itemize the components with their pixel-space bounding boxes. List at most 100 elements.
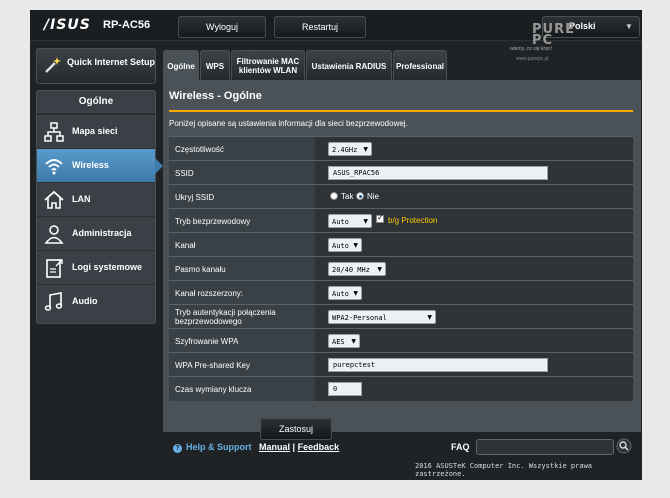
sidebar-item-label: Wireless [72,160,109,170]
apply-button[interactable]: Zastosuj [260,418,332,440]
sidebar-item-network-map[interactable]: Mapa sieci [37,114,155,149]
hide-ssid-yes-radio[interactable] [330,192,338,200]
wpa-encryption-label: Szyfrowanie WPA [169,329,315,353]
setting-row-wpa-encryption: Szyfrowanie WPA AES ▼ [169,328,633,353]
wireless-icon [45,159,63,175]
watermark-url: www.purepc.pl [516,56,549,62]
ssid-input[interactable]: ASUS_RPAC56 [328,166,548,180]
key-rotation-input[interactable]: 0 [328,382,362,396]
wireless-mode-selected: Auto [332,218,349,226]
hide-ssid-label: Ukryj SSID [169,185,315,209]
hide-ssid-yes-label: Tak [341,192,354,201]
bandwidth-label: Pasmo kanału [169,257,315,281]
sidebar-item-audio[interactable]: Audio [37,284,155,319]
sidebar-item-label: Mapa sieci [72,126,118,136]
tab-general[interactable]: Ogólne [163,50,199,81]
wpa-encryption-select[interactable]: AES ▼ [328,334,360,348]
bg-protection-checkbox[interactable] [376,213,384,223]
auth-method-select[interactable]: WPA2-Personal ▼ [328,310,436,324]
wpa-encryption-value-cell: AES ▼ [315,329,633,353]
watermark-tagline: wiemy, co się kręci [510,46,552,52]
title-divider [169,110,633,112]
sidebar-item-lan[interactable]: LAN [37,182,155,217]
setting-row-auth-method: Tryb autentykacji połączenia bezprzewodo… [169,304,633,329]
tab-radius[interactable]: Ustawienia RADIUS [306,50,392,81]
wpa-encryption-selected: AES [332,338,345,346]
sidebar-item-wireless[interactable]: Wireless [37,148,163,183]
wpa-psk-value-cell: purepctest [315,353,633,377]
hide-ssid-no-label: Nie [367,192,380,201]
auth-method-value-cell: WPA2-Personal ▼ [315,305,633,329]
feedback-link[interactable]: Feedback [298,442,340,452]
home-icon [44,190,64,209]
frequency-value-cell: 2.4GHz ▼ [315,137,633,161]
sidebar-item-label: LAN [72,194,91,204]
key-rotation-label: Czas wymiany klucza [169,377,315,401]
channel-selected: Auto [332,242,349,250]
page-title: Wireless - Ogólne [169,90,262,102]
chevron-down-icon: ▼ [353,242,358,249]
page-description: Poniżej opisane są ustawienia informacji… [169,119,408,128]
frequency-label: Częstotliwość [169,137,315,161]
setting-row-wireless-mode: Tryb bezprzewodowy Auto ▼ b/g Protection [169,208,633,233]
manual-link[interactable]: Manual [259,442,290,452]
setting-row-ext-channel: Kanał rozszerzony: Auto ▼ [169,280,633,305]
setting-row-key-rotation: Czas wymiany klucza 0 [169,376,633,401]
setting-row-wpa-psk: WPA Pre-shared Key purepctest [169,352,633,377]
tab-wps[interactable]: WPS [200,50,230,81]
key-rotation-value-cell: 0 [315,377,633,401]
music-icon [44,292,63,311]
user-icon [44,225,64,244]
purepc-logo: PURE PC [532,22,575,48]
log-icon [46,259,63,278]
help-support-links: ? Help & Support Manual | Feedback [173,442,339,453]
logout-button[interactable]: Wyloguj [178,16,266,38]
bandwidth-select[interactable]: 20/40 MHz ▼ [328,262,386,276]
wpa-psk-input[interactable]: purepctest [328,358,548,372]
link-separator: | [292,442,296,452]
search-icon[interactable] [616,438,632,454]
ssid-label: SSID [169,161,315,185]
brand-logo: /ISUS [44,17,91,33]
setting-row-ssid: SSID ASUS_RPAC56 [169,160,633,185]
ext-channel-value-cell: Auto ▼ [315,281,633,305]
sidebar-section-title: Ogólne [37,91,155,114]
hide-ssid-no-radio[interactable] [356,192,364,200]
bandwidth-value-cell: 20/40 MHz ▼ [315,257,633,281]
chevron-down-icon: ▼ [377,266,382,273]
channel-value-cell: Auto ▼ [315,233,633,257]
chevron-down-icon: ▼ [427,314,432,321]
bandwidth-selected: 20/40 MHz [332,266,370,274]
setting-row-hide-ssid: Ukryj SSID Tak Nie [169,184,633,209]
purepc-watermark: PURE PC wiemy, co się kręci www.purepc.pl [510,23,574,68]
frequency-select[interactable]: 2.4GHz ▼ [328,142,372,156]
channel-select[interactable]: Auto ▼ [328,238,362,252]
ext-channel-select[interactable]: Auto ▼ [328,286,362,300]
ssid-value-cell: ASUS_RPAC56 [315,161,633,185]
sidebar-item-system-log[interactable]: Logi systemowe [37,250,155,285]
setting-row-bandwidth: Pasmo kanału 20/40 MHz ▼ [169,256,633,281]
wireless-mode-select[interactable]: Auto ▼ [328,214,372,228]
chevron-down-icon: ▼ [353,290,358,297]
sidebar-item-label: Audio [72,296,98,306]
frequency-selected: 2.4GHz [332,146,358,154]
channel-label: Kanał [169,233,315,257]
auth-method-label: Tryb autentykacji połączenia bezprzewodo… [169,305,315,329]
settings-panel: Wireless - Ogólne Poniżej opisane są ust… [163,80,641,432]
chevron-down-icon: ▼ [363,218,368,225]
magic-wand-icon [45,57,61,73]
sidebar-item-administration[interactable]: Administracja [37,216,155,251]
faq-search-input[interactable] [476,439,614,455]
help-support-label: Help & Support [186,442,252,452]
quick-internet-setup-button[interactable]: Quick Internet Setup [36,48,156,84]
sidebar-item-label: Administracja [72,228,132,238]
restart-button[interactable]: Restartuj [274,16,366,38]
tab-mac-filter[interactable]: Filtrowanie MAC klientów WLAN [231,50,305,81]
quick-setup-label: Quick Internet Setup [67,57,156,67]
auth-method-selected: WPA2-Personal [332,314,387,322]
wireless-mode-value-cell: Auto ▼ b/g Protection [315,209,633,233]
wireless-mode-label: Tryb bezprzewodowy [169,209,315,233]
faq-label: FAQ [451,442,470,452]
tab-professional[interactable]: Professional [393,50,447,81]
model-name: RP-AC56 [103,19,151,31]
